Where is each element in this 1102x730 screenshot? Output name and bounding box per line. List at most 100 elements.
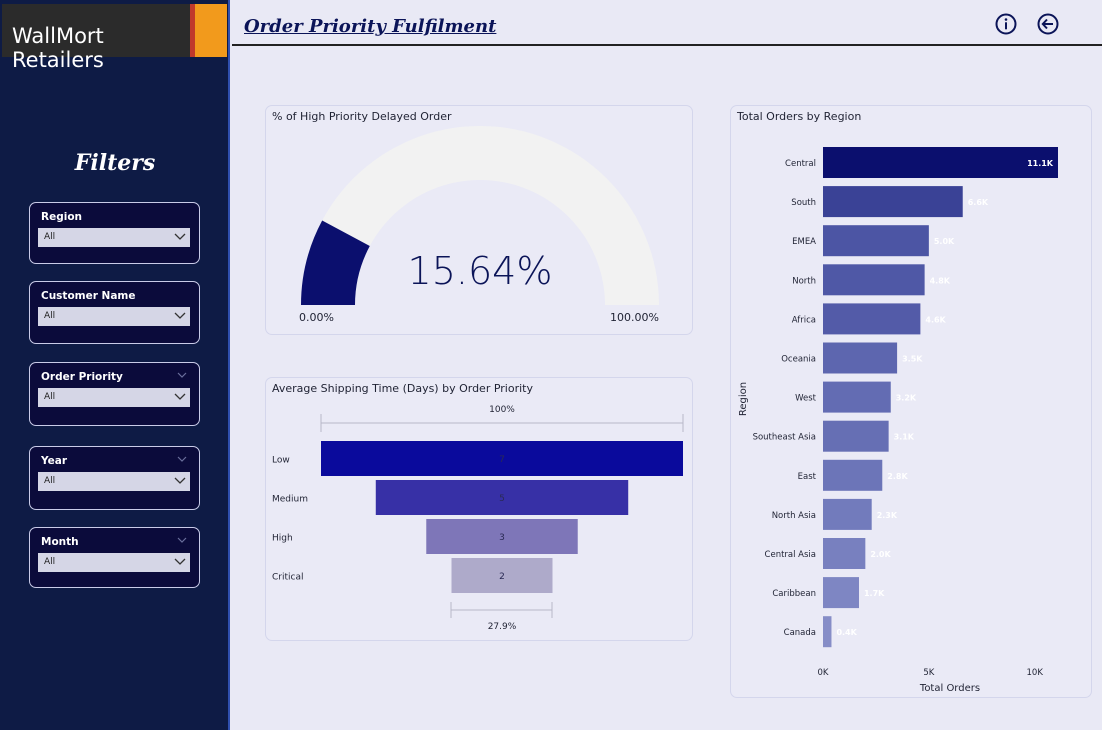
chevron-down-icon	[174, 558, 186, 565]
gauge-max-label: 100.00%	[610, 311, 659, 324]
slicer-month: Month All	[29, 527, 200, 588]
page-title: Order Priority Fulfilment	[244, 16, 497, 37]
dropdown-value: All	[44, 232, 56, 242]
slicer-order-priority: Order Priority All	[29, 362, 200, 426]
funnel-data-label: 2	[499, 572, 505, 582]
region-bar[interactable]	[823, 616, 832, 648]
funnel-data-label: 7	[499, 455, 505, 465]
x-tick-label: 5K	[923, 668, 934, 678]
chevron-down-icon	[174, 393, 186, 400]
slicer-label: Order Priority	[41, 371, 123, 383]
month-dropdown[interactable]: All	[38, 553, 190, 572]
collapse-chevron-icon[interactable]	[177, 537, 187, 543]
x-axis-label: Total Orders	[919, 683, 980, 694]
region-category-label: Central Asia	[765, 550, 816, 560]
funnel-category-label: High	[272, 534, 293, 544]
x-tick-label: 10K	[1027, 668, 1044, 678]
dropdown-value: All	[44, 557, 56, 567]
region-bar[interactable]	[823, 577, 859, 609]
sidebar: WallMort Retailers Filters Region All Cu…	[0, 0, 230, 730]
region-data-label: 0.4K	[836, 628, 857, 637]
filters-title: Filters	[74, 150, 156, 176]
region-bar[interactable]	[823, 147, 1058, 178]
region-category-label: Africa	[792, 315, 816, 325]
region-data-label: 2.0K	[870, 550, 891, 559]
region-data-label: 2.8K	[887, 472, 908, 481]
slicer-region: Region All	[29, 202, 200, 264]
region-bar[interactable]	[823, 342, 898, 374]
back-arrow-icon[interactable]	[1037, 13, 1059, 35]
dropdown-value: All	[44, 476, 56, 486]
header-divider	[232, 44, 1102, 46]
gauge-value: 15.64%	[408, 249, 553, 293]
collapse-chevron-icon[interactable]	[177, 456, 187, 462]
region-category-label: South	[791, 198, 816, 208]
funnel-chart: 100% Low 7 Medium 5 High 3 Critical 2 27.9%	[272, 405, 684, 632]
slicer-label: Month	[41, 536, 79, 548]
region-chart-card: Total Orders by Region Region Central 11.…	[730, 105, 1092, 698]
region-category-label: Southeast Asia	[753, 433, 816, 443]
info-icon[interactable]	[995, 13, 1017, 35]
x-tick-label: 0K	[818, 668, 829, 678]
region-category-label: Oceania	[781, 355, 816, 365]
region-bar-chart: Region Central 11.1K South 6.6K EMEA 5.0K Nort…	[738, 147, 1058, 694]
region-bar[interactable]	[823, 538, 866, 569]
year-dropdown[interactable]: All	[38, 472, 190, 491]
y-axis-label: Region	[738, 382, 749, 416]
slicer-year: Year All	[29, 446, 200, 510]
slicer-label: Year	[41, 455, 68, 467]
region-category-label: Canada	[784, 628, 816, 638]
region-data-label: 3.5K	[902, 355, 923, 364]
dropdown-value: All	[44, 392, 56, 402]
region-bar[interactable]	[823, 186, 963, 218]
funnel-category-label: Low	[272, 456, 290, 466]
funnel-bottom-pct: 27.9%	[488, 622, 517, 632]
region-data-label: 6.6K	[968, 198, 989, 207]
region-category-label: North	[792, 276, 816, 286]
region-data-label: 11.1K	[1027, 159, 1054, 168]
region-bar[interactable]	[823, 381, 891, 413]
slicer-label: Customer Name	[41, 290, 136, 302]
region-bar[interactable]	[823, 303, 921, 335]
slicer-customer-name: Customer Name All	[29, 281, 200, 344]
slicer-label: Region	[41, 211, 83, 223]
chevron-down-icon	[174, 312, 186, 319]
customer-name-dropdown[interactable]: All	[38, 307, 190, 326]
funnel-data-label: 5	[499, 494, 505, 504]
brand-logo: WallMort Retailers	[2, 4, 190, 72]
order-priority-dropdown[interactable]: All	[38, 388, 190, 407]
logo-accent-orange	[195, 4, 227, 57]
region-bar[interactable]	[823, 264, 925, 296]
gauge-min-label: 0.00%	[299, 311, 334, 324]
funnel-top-pct: 100%	[489, 405, 515, 415]
region-data-label: 2.3K	[877, 511, 898, 520]
dropdown-value: All	[44, 311, 56, 321]
region-category-label: West	[795, 394, 817, 404]
region-category-label: EMEA	[792, 237, 816, 247]
region-data-label: 3.1K	[894, 433, 915, 442]
funnel-data-label: 3	[499, 533, 505, 543]
brand-name: WallMort Retailers	[12, 24, 104, 72]
region-bar[interactable]	[823, 225, 929, 257]
region-category-label: East	[798, 472, 817, 482]
region-category-label: Caribbean	[772, 589, 816, 599]
gauge-chart: 15.64% 0.00% 100.00%	[299, 125, 659, 324]
funnel-category-label: Medium	[272, 495, 308, 505]
region-dropdown[interactable]: All	[38, 228, 190, 247]
region-data-label: 3.2K	[896, 394, 917, 403]
region-category-label: Central	[785, 159, 816, 169]
chevron-down-icon	[174, 233, 186, 240]
region-data-label: 5.0K	[934, 237, 955, 246]
region-bar[interactable]	[823, 459, 883, 491]
gauge-card: % of High Priority Delayed Order 15.64% …	[265, 105, 693, 335]
region-bar[interactable]	[823, 498, 872, 530]
funnel-card: Average Shipping Time (Days) by Order Pr…	[265, 377, 693, 641]
region-category-label: North Asia	[772, 511, 816, 521]
region-data-label: 4.8K	[930, 276, 951, 285]
funnel-top-bracket	[320, 414, 684, 432]
funnel-bottom-bracket	[450, 602, 553, 618]
chevron-down-icon	[174, 477, 186, 484]
region-bar[interactable]	[823, 420, 889, 452]
funnel-category-label: Critical	[272, 573, 303, 583]
collapse-chevron-icon[interactable]	[177, 372, 187, 378]
